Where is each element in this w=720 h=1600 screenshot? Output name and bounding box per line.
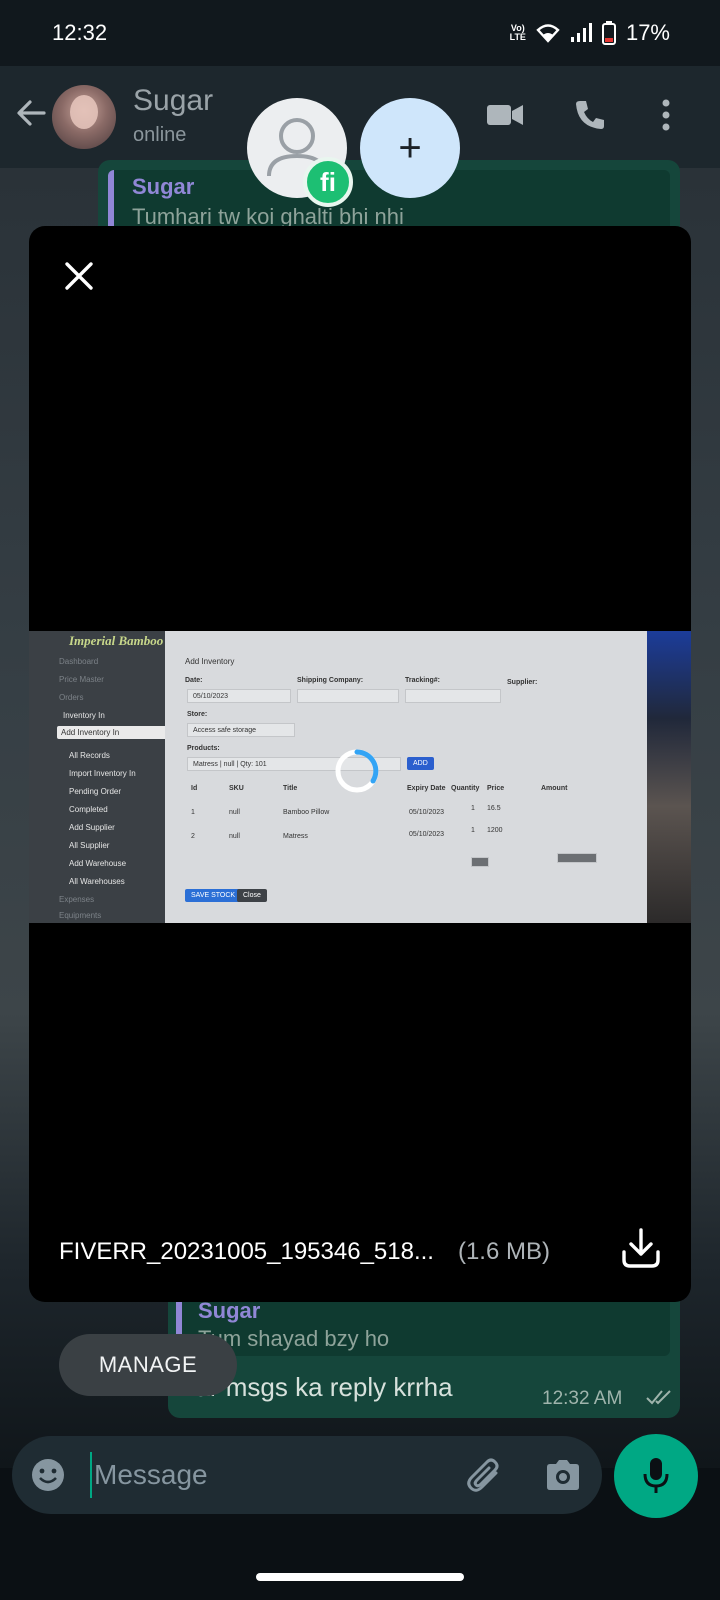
media-preview-dialog: Imperial Bamboo Dashboard Price Master O… xyxy=(29,226,691,1302)
file-name: FIVERR_20231005_195346_518... xyxy=(59,1238,434,1265)
thumb-products-value: Matress | null | Qty: 101 xyxy=(193,761,267,768)
thumb-date-label: Date: xyxy=(185,677,203,684)
status-bar: 12:32 Vo) LTE 17% xyxy=(0,0,720,66)
emoji-icon[interactable] xyxy=(30,1457,66,1493)
plus-icon: + xyxy=(398,125,422,170)
thumb-th-amount: Amount xyxy=(541,785,568,792)
manage-button[interactable]: MANAGE xyxy=(59,1334,237,1396)
thumb-menu-item: Inventory In xyxy=(63,711,105,720)
thumb-menu-item: All Supplier xyxy=(69,841,110,850)
thumb-th-price: Price xyxy=(487,785,505,792)
close-icon[interactable] xyxy=(59,256,99,296)
camera-icon[interactable] xyxy=(544,1457,582,1493)
thumb-background-edge xyxy=(647,631,691,923)
thumb-th-id: Id xyxy=(191,785,198,792)
badge-letters: fi xyxy=(320,166,336,197)
media-thumbnail[interactable]: Imperial Bamboo Dashboard Price Master O… xyxy=(29,631,691,923)
status-time: 12:32 xyxy=(52,20,108,45)
thumb-menu-item: Orders xyxy=(59,693,84,702)
read-receipt-icon xyxy=(646,1390,671,1405)
signal-icon xyxy=(570,23,592,42)
thumb-form-area: Add Inventory Date: Shipping Company: Tr… xyxy=(165,631,647,923)
microphone-icon xyxy=(643,1458,669,1493)
thumb-cell: 2 xyxy=(191,833,195,840)
more-options-icon[interactable] xyxy=(660,98,672,132)
thumb-form-title: Add Inventory xyxy=(185,657,235,666)
thumb-th-title: Title xyxy=(283,785,298,792)
thumb-tracking-label: Tracking#: xyxy=(405,677,441,684)
thumb-th-quantity: Quantity xyxy=(451,785,480,792)
volte-icon: Vo) LTE xyxy=(509,23,526,42)
back-arrow-icon[interactable] xyxy=(14,96,48,130)
fiverr-badge-icon: fi xyxy=(303,157,353,207)
contact-status: online xyxy=(133,124,187,146)
contact-name[interactable]: Sugar xyxy=(133,84,213,118)
thumb-cell: 1 xyxy=(191,809,195,816)
thumb-cell: 05/10/2023 xyxy=(409,831,445,838)
thumb-cell: 1 xyxy=(471,827,475,834)
thumb-menu-item: Pending Order xyxy=(69,787,122,796)
thumb-menu-item: Expenses xyxy=(59,895,95,904)
thumb-menu-item: Equipments xyxy=(59,911,102,920)
thumb-cell: Matress xyxy=(283,833,308,840)
thumb-cell: 1200 xyxy=(487,827,503,834)
thumb-menu-item: Add Supplier xyxy=(69,823,115,832)
quoted-message-bottom[interactable]: Sugar Tum shayad bzy ho xyxy=(176,1296,670,1356)
thumb-menu-item: Price Master xyxy=(59,675,104,684)
file-size: (1.6 MB) xyxy=(457,1238,550,1265)
attachment-icon[interactable] xyxy=(466,1455,504,1495)
thumb-menu-item: Dashboard xyxy=(59,657,99,666)
download-icon[interactable] xyxy=(619,1226,663,1270)
thumb-products-label: Products: xyxy=(187,745,220,752)
thumb-cell: null xyxy=(229,833,240,840)
thumb-shipping-label: Shipping Company: xyxy=(297,677,364,684)
thumb-add-button: ADD xyxy=(407,757,434,770)
thumb-cell: null xyxy=(229,809,240,816)
thumb-menu-item: Add Warehouse xyxy=(69,859,127,868)
wifi-icon xyxy=(536,24,560,43)
thumb-menu-item: All Records xyxy=(69,751,110,760)
thumb-tracking-field xyxy=(405,689,501,703)
thumb-supplier-label: Supplier: xyxy=(507,679,538,686)
voice-call-icon[interactable] xyxy=(573,98,607,132)
thumb-th-sku: SKU xyxy=(229,785,244,792)
thumb-close-button: Close xyxy=(237,889,267,902)
video-call-icon[interactable] xyxy=(485,98,525,132)
thumb-cell: 1 xyxy=(471,805,475,812)
message-input[interactable] xyxy=(90,1452,450,1498)
thumb-cell: 16.5 xyxy=(487,805,501,812)
battery-percent: 17% xyxy=(625,20,670,45)
contact-avatar[interactable] xyxy=(52,85,116,149)
thumb-small-button xyxy=(471,857,489,867)
mic-button[interactable] xyxy=(614,1434,698,1518)
loading-spinner-icon xyxy=(335,749,379,793)
thumb-menu-item: Import Inventory In xyxy=(69,769,136,778)
thumb-save-button: SAVE STOCK xyxy=(185,889,242,902)
thumb-logo: Imperial Bamboo xyxy=(69,633,164,648)
thumb-shipping-field xyxy=(297,689,399,703)
thumb-small-button xyxy=(557,853,597,863)
thumb-cell: Bamboo Pillow xyxy=(283,809,330,816)
thumb-sidebar: Imperial Bamboo Dashboard Price Master O… xyxy=(29,631,183,923)
thumb-date-value: 05/10/2023 xyxy=(193,693,229,700)
thumb-store-label: Store: xyxy=(187,711,208,718)
thumb-cell: 05/10/2023 xyxy=(409,809,445,816)
gesture-nav-bar[interactable] xyxy=(256,1573,464,1581)
battery-icon xyxy=(601,21,616,45)
file-info: FIVERR_20231005_195346_518... (1.6 MB) xyxy=(59,1232,659,1272)
thumb-menu-item: All Warehouses xyxy=(69,877,125,886)
message-time: 12:32 AM xyxy=(542,1388,623,1409)
thumb-store-value: Access safe storage xyxy=(193,727,257,734)
thumb-th-expiry: Expiry Date xyxy=(407,785,446,792)
status-icons: Vo) LTE 17% xyxy=(510,20,670,46)
chat-head-add-button[interactable]: + xyxy=(360,98,460,198)
quote-text: Tum shayad bzy ho xyxy=(198,1326,390,1351)
thumb-menu-item: Completed xyxy=(69,805,108,814)
